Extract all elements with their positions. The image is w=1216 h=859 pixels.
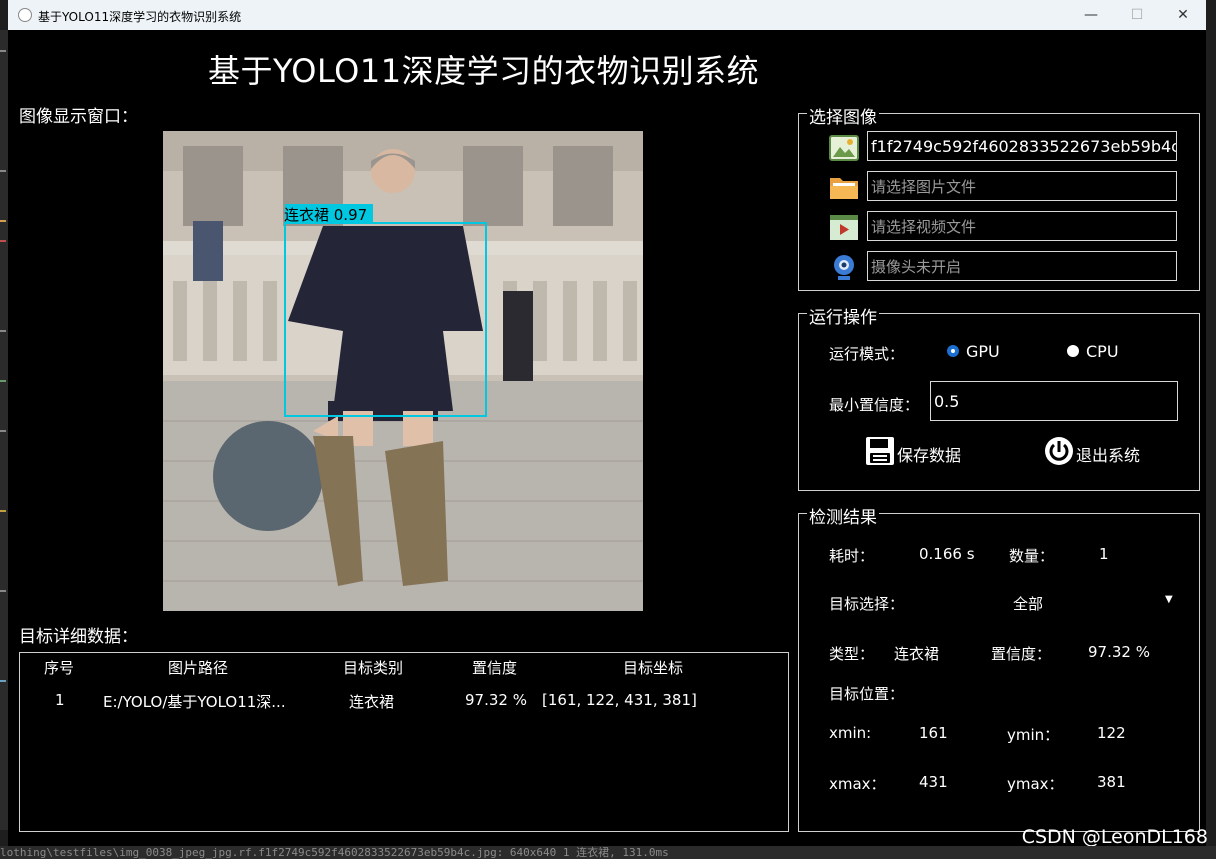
count-value: 1 — [1099, 545, 1109, 563]
page-title: 基于YOLO11深度学习的衣物识别系统 — [208, 52, 760, 90]
power-icon[interactable] — [1044, 436, 1074, 466]
target-select-dropdown[interactable]: 全部 ▼ — [979, 588, 1179, 616]
select-image-group: 选择图像 f1f2749c592f4602833522673eb59b4c.jp… — [798, 103, 1200, 291]
select-image-title: 选择图像 — [807, 103, 879, 128]
close-button[interactable]: ✕ — [1160, 0, 1206, 30]
window-title: 基于YOLO11深度学习的衣物识别系统 — [38, 10, 242, 24]
app-window: 基于YOLO11深度学习的衣物识别系统 — ☐ ✕ 基于YOLO11深度学习的衣… — [8, 0, 1206, 846]
header-confidence[interactable]: 置信度 — [472, 657, 517, 678]
ymax-label: ymax： — [1007, 775, 1064, 793]
type-value: 连衣裙 — [894, 645, 940, 663]
save-icon[interactable] — [865, 436, 895, 466]
save-data-button[interactable]: 保存数据 — [897, 442, 961, 466]
chevron-down-icon: ▼ — [1165, 594, 1173, 605]
cpu-radio[interactable] — [1067, 345, 1079, 357]
run-mode-label: 运行模式： — [829, 345, 905, 363]
image-path-field[interactable]: f1f2749c592f4602833522673eb59b4c.jpg — [867, 131, 1177, 161]
detection-results-title: 检测结果 — [807, 503, 879, 528]
header-image-path[interactable]: 图片路径 — [168, 657, 228, 678]
gpu-radio[interactable] — [947, 345, 959, 357]
confidence-value: 97.32 % — [1088, 643, 1150, 661]
ymin-value: 122 — [1097, 724, 1126, 742]
csdn-watermark: CSDN @LeonDL168 — [1021, 826, 1208, 848]
run-operations-title: 运行操作 — [807, 303, 879, 328]
video-select-field[interactable]: 请选择视频文件 — [867, 211, 1177, 241]
cell-target-class: 连衣裙 — [349, 693, 395, 711]
ymin-label: ymin： — [1007, 726, 1060, 744]
target-select-label: 目标选择： — [829, 595, 905, 613]
time-value: 0.166 s — [919, 545, 975, 563]
detection-label: 连衣裙 0.97 — [284, 206, 368, 224]
min-confidence-label: 最小置信度： — [829, 396, 920, 414]
type-label: 类型： — [829, 645, 875, 663]
min-confidence-input[interactable]: 0.5 — [930, 381, 1178, 421]
detection-results-group: 检测结果 耗时： 0.166 s 数量： 1 目标选择： 全部 ▼ 类型： 连衣… — [798, 503, 1200, 832]
background-editor-strip — [0, 30, 8, 830]
run-operations-group: 运行操作 运行模式： GPU CPU 最小置信度： 0.5 保存数据 退出系统 — [798, 303, 1200, 491]
target-details-table[interactable]: 序号 图片路径 目标类别 置信度 目标坐标 1 E:/YOLO/基于YOLO11… — [19, 652, 789, 832]
header-target-class[interactable]: 目标类别 — [343, 657, 403, 678]
cell-image-path: E:/YOLO/基于YOLO11深... — [103, 693, 286, 711]
cpu-label: CPU — [1086, 342, 1119, 361]
target-details-label: 目标详细数据： — [19, 627, 138, 647]
header-target-coords[interactable]: 目标坐标 — [623, 657, 683, 678]
time-label: 耗时： — [829, 547, 875, 565]
cell-index: 1 — [55, 691, 65, 709]
xmin-label: xmin: — [829, 724, 872, 742]
cell-confidence: 97.32 % — [465, 691, 527, 709]
xmax-value: 431 — [919, 773, 948, 791]
target-position-label: 目标位置： — [829, 685, 905, 703]
exit-system-button[interactable]: 退出系统 — [1076, 442, 1140, 466]
xmin-value: 161 — [919, 724, 948, 742]
header-index[interactable]: 序号 — [44, 657, 74, 678]
count-label: 数量： — [1009, 547, 1055, 565]
folder-select-field[interactable]: 请选择图片文件 — [867, 171, 1177, 201]
camera-icon[interactable] — [829, 252, 859, 282]
title-bar: 基于YOLO11深度学习的衣物识别系统 — ☐ ✕ — [8, 0, 1206, 30]
folder-icon[interactable] — [829, 172, 859, 202]
camera-field[interactable]: 摄像头未开启 — [867, 251, 1177, 281]
detection-image — [163, 131, 643, 611]
gpu-label: GPU — [966, 342, 1000, 361]
image-display-label: 图像显示窗口： — [19, 107, 138, 127]
maximize-button[interactable]: ☐ — [1114, 0, 1160, 30]
confidence-label: 置信度： — [991, 645, 1052, 663]
ymax-value: 381 — [1097, 773, 1126, 791]
xmax-label: xmax： — [829, 775, 886, 793]
minimize-button[interactable]: — — [1068, 0, 1114, 30]
video-icon[interactable] — [829, 212, 859, 242]
target-select-value: 全部 — [1013, 595, 1044, 613]
cell-target-coords: [161, 122, 431, 381] — [542, 691, 697, 709]
background-terminal-line: lothing\testfiles\img_0038_jpeg_jpg.rf.f… — [0, 846, 1216, 859]
image-icon[interactable] — [829, 133, 859, 163]
app-icon — [18, 8, 32, 22]
